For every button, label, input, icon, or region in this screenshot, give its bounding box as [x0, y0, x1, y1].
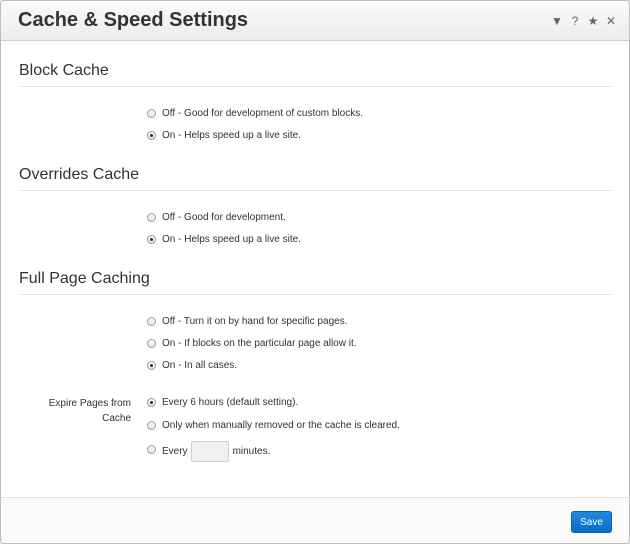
dialog-title: Cache & Speed Settings: [18, 9, 249, 31]
title-actions: ▼ ? ★ ✕: [551, 13, 617, 29]
option-label: On - If blocks on the particular page al…: [162, 337, 357, 349]
radio-button[interactable]: [147, 212, 156, 222]
option-label: Every 6 hours (default setting).: [162, 396, 299, 408]
full-page-off-option[interactable]: Off - Turn it on by hand for specific pa…: [147, 313, 347, 329]
radio-button[interactable]: [147, 108, 156, 118]
save-button[interactable]: Save: [571, 511, 612, 533]
option-label: Only when manually removed or the cache …: [162, 419, 400, 431]
expire-manual-option[interactable]: Only when manually removed or the cache …: [147, 417, 400, 433]
option-label: On - Helps speed up a live site.: [162, 233, 301, 245]
cache-settings-dialog: Cache & Speed Settings ▼ ? ★ ✕ Block Cac…: [0, 0, 630, 544]
full-page-blocks-option[interactable]: On - If blocks on the particular page al…: [147, 335, 357, 351]
radio-button[interactable]: [147, 420, 156, 430]
option-label: Off - Good for development.: [162, 211, 286, 223]
close-icon[interactable]: ✕: [605, 13, 617, 29]
block-cache-off-option[interactable]: Off - Good for development of custom blo…: [147, 105, 363, 121]
radio-button[interactable]: [147, 444, 156, 454]
radio-button[interactable]: [147, 234, 156, 244]
minutes-label: minutes.: [232, 446, 271, 457]
radio-button[interactable]: [147, 360, 156, 370]
radio-button[interactable]: [147, 338, 156, 348]
dropdown-triangle-icon[interactable]: ▼: [551, 13, 563, 29]
every-label: Every: [162, 446, 188, 457]
option-label: On - Helps speed up a live site.: [162, 129, 301, 141]
dialog-content: Block Cache Off - Good for development o…: [1, 41, 629, 497]
overrides-cache-off-option[interactable]: Off - Good for development.: [147, 209, 286, 225]
expire-six-hours-option[interactable]: Every 6 hours (default setting).: [147, 394, 298, 410]
section-heading-full-page-caching: Full Page Caching: [19, 270, 150, 287]
section-heading-overrides-cache: Overrides Cache: [19, 166, 140, 183]
block-cache-on-option[interactable]: On - Helps speed up a live site.: [147, 127, 301, 143]
minutes-input[interactable]: [190, 441, 229, 462]
section-divider: [19, 190, 612, 191]
overrides-cache-on-option[interactable]: On - Helps speed up a live site.: [147, 231, 301, 247]
option-label: Off - Good for development of custom blo…: [162, 107, 364, 119]
radio-button[interactable]: [147, 130, 156, 140]
help-icon[interactable]: ?: [569, 13, 581, 29]
section-heading-block-cache: Block Cache: [19, 62, 109, 79]
radio-button[interactable]: [147, 397, 156, 407]
expire-custom-minutes-option[interactable]: Every minutes.: [147, 440, 270, 463]
section-divider: [19, 294, 612, 295]
option-label: On - In all cases.: [162, 359, 238, 371]
section-divider: [19, 86, 612, 87]
radio-button[interactable]: [147, 316, 156, 326]
star-icon[interactable]: ★: [587, 13, 599, 29]
dialog-titlebar: Cache & Speed Settings ▼ ? ★ ✕: [1, 1, 629, 41]
option-label: Off - Turn it on by hand for specific pa…: [162, 315, 348, 327]
dialog-footer: Save: [1, 497, 629, 543]
expire-pages-label: Expire Pages from Cache: [48, 398, 131, 424]
full-page-all-cases-option[interactable]: On - In all cases.: [147, 357, 237, 373]
